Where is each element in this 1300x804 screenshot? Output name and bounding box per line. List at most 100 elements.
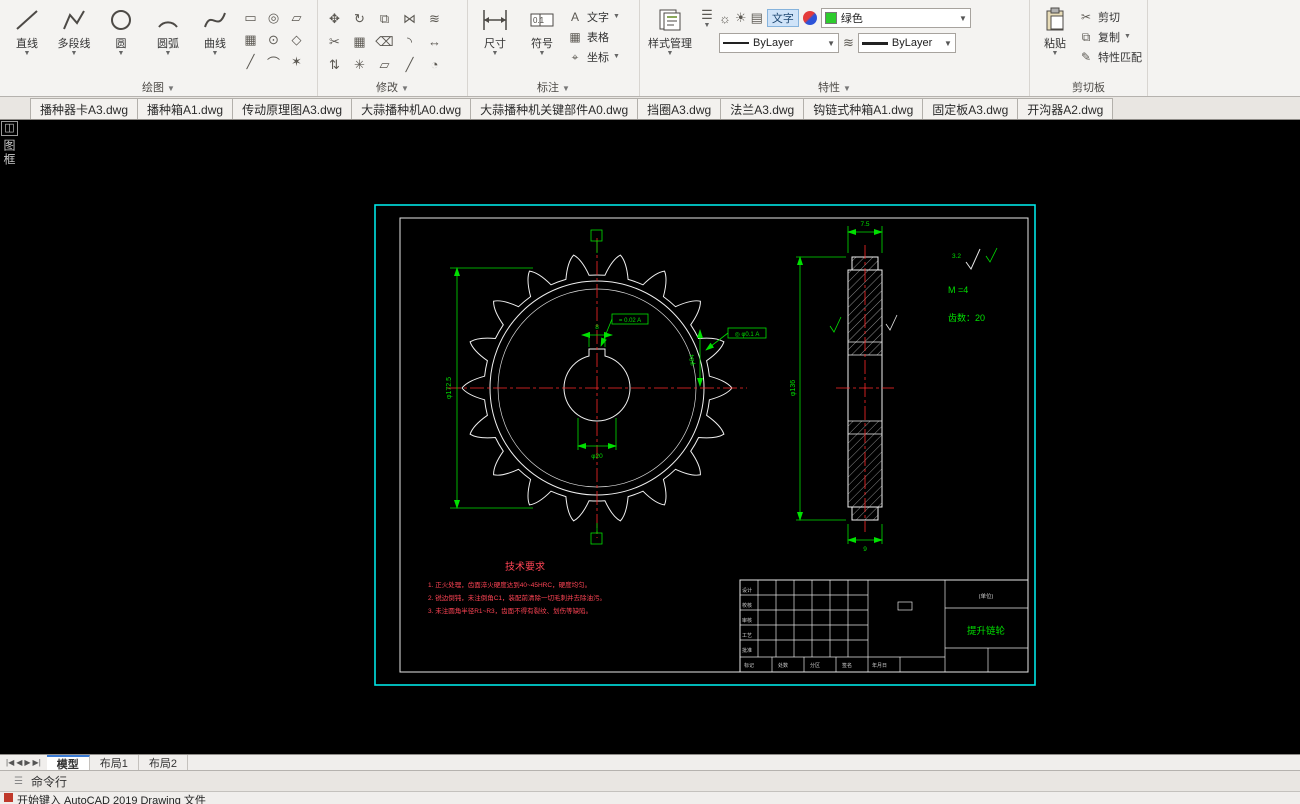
green-swatch-icon bbox=[824, 12, 837, 24]
command-line[interactable]: ☰ 命令行 bbox=[0, 770, 1300, 791]
draw-tool-icon[interactable]: ╱ bbox=[240, 52, 261, 72]
draw-tool-icon[interactable]: ▭ bbox=[240, 8, 261, 28]
printer-icon[interactable]: ▤ bbox=[751, 10, 763, 26]
file-tab[interactable]: 大蒜播种机关键部件A0.dwg bbox=[470, 98, 639, 119]
modify-tool-icon[interactable]: ⋈ bbox=[398, 8, 421, 29]
sun-icon[interactable]: ☀ bbox=[735, 10, 747, 26]
polyline-tool-caret[interactable]: ▼ bbox=[71, 50, 78, 57]
lineweight-icon[interactable]: ≋ bbox=[843, 35, 854, 51]
paste-button[interactable]: 粘贴 ▼ bbox=[1035, 3, 1075, 81]
clipboard-panel-label[interactable]: 剪切板 bbox=[1030, 79, 1147, 95]
modify-tool-icon[interactable]: ◔ bbox=[423, 54, 446, 75]
match-properties-button[interactable]: ✎ 特性匹配 bbox=[1078, 47, 1142, 67]
spline-tool-caret[interactable]: ▼ bbox=[212, 50, 219, 57]
lightbulb-icon[interactable]: ☼ bbox=[719, 11, 731, 26]
copy-button[interactable]: ⧉ 复制 ▼ bbox=[1078, 27, 1142, 47]
next-layout-icon[interactable]: ▶ bbox=[24, 758, 30, 767]
file-tab[interactable]: 播种箱A1.dwg bbox=[137, 98, 234, 119]
modify-tool-icon[interactable]: ▦ bbox=[348, 31, 371, 52]
menu-lines-icon[interactable]: ☰ bbox=[698, 7, 716, 23]
file-tab[interactable]: 大蒜播种机A0.dwg bbox=[351, 98, 472, 119]
line-tool-caret[interactable]: ▼ bbox=[24, 50, 31, 57]
line-tool-button[interactable]: 直线 ▼ bbox=[5, 3, 49, 81]
arc-tool-button[interactable]: 圆弧 ▼ bbox=[146, 3, 190, 81]
file-tab[interactable]: 固定板A3.dwg bbox=[922, 98, 1019, 119]
symbol-caret[interactable]: ▼ bbox=[539, 50, 546, 57]
modify-tool-icon[interactable]: ⧉ bbox=[373, 8, 396, 29]
draw-tool-icon[interactable]: ✶ bbox=[286, 52, 307, 72]
file-tab[interactable]: 开沟器A2.dwg bbox=[1017, 98, 1114, 119]
modify-tool-icon[interactable]: ⇅ bbox=[323, 54, 346, 75]
modify-tool-icon[interactable]: ↻ bbox=[348, 8, 371, 29]
spline-tool-button[interactable]: 曲线 ▼ bbox=[193, 3, 237, 81]
file-tab[interactable]: 钩链式种箱A1.dwg bbox=[803, 98, 924, 119]
modify-panel-label[interactable]: 修改 ▼ bbox=[318, 79, 467, 95]
draw-panel-label[interactable]: 绘图 ▼ bbox=[0, 79, 317, 95]
style-manager-caret[interactable]: ▼ bbox=[667, 50, 674, 57]
text-button[interactable]: A 文字 ▼ bbox=[567, 7, 620, 27]
polyline-tool-button[interactable]: 多段线 ▼ bbox=[52, 3, 96, 81]
layout-tab[interactable]: 布局1 bbox=[90, 755, 139, 770]
modify-tool-icon[interactable]: ≋ bbox=[423, 8, 446, 29]
modify-tool-icon[interactable]: ◝ bbox=[398, 31, 421, 52]
roughness-value: 3.2 bbox=[952, 253, 961, 260]
drawing-canvas[interactable]: ◫ 图框 φ172.5 8 = 0.02 A φ20 φ84 ◎ φ0.1 A … bbox=[0, 120, 1300, 754]
last-layout-icon[interactable]: ▶| bbox=[33, 758, 41, 767]
circle-icon bbox=[106, 6, 136, 34]
modify-tool-icon[interactable]: ╱ bbox=[398, 54, 421, 75]
symbol-button[interactable]: 0.1 符号 ▼ bbox=[520, 3, 564, 81]
panel-annotate: 尺寸 ▼ 0.1 符号 ▼ A 文字 ▼ ▦ 表格 ⌖ 坐标 ▼ 标注 ▼ bbox=[468, 0, 640, 96]
layout-tab[interactable]: 模型 bbox=[46, 755, 90, 771]
paste-caret[interactable]: ▼ bbox=[1052, 50, 1059, 57]
dimension-caret[interactable]: ▼ bbox=[492, 50, 499, 57]
layout-tab[interactable]: 布局2 bbox=[139, 755, 189, 770]
command-grip-icon: ☰ bbox=[14, 775, 23, 787]
cut-button[interactable]: ✂ 剪切 bbox=[1078, 7, 1142, 27]
annotate-panel-label-text: 标注 bbox=[537, 82, 560, 94]
modify-tool-icon[interactable]: ✥ bbox=[323, 8, 346, 29]
layer-dropdown[interactable]: ByLayer ▼ bbox=[719, 33, 839, 53]
menu-lines-caret[interactable]: ▼ bbox=[698, 22, 716, 29]
modify-tool-icon[interactable]: ▱ bbox=[373, 54, 396, 75]
tb-row-label: 分区 bbox=[810, 662, 820, 669]
circle-tool-caret[interactable]: ▼ bbox=[118, 50, 125, 57]
modify-tool-icon[interactable]: ⌫ bbox=[373, 31, 396, 52]
draw-tool-icon[interactable]: ⌒ bbox=[263, 52, 284, 72]
coordinate-button[interactable]: ⌖ 坐标 ▼ bbox=[567, 47, 620, 67]
file-tab[interactable]: 传动原理图A3.dwg bbox=[232, 98, 353, 119]
draw-tool-icon[interactable]: ◇ bbox=[286, 30, 307, 50]
color-dropdown[interactable]: 绿色 ▼ bbox=[820, 8, 971, 28]
style-manager-button[interactable]: 样式管理 ▼ bbox=[645, 3, 695, 81]
draw-tool-icon[interactable]: ⊙ bbox=[263, 30, 284, 50]
dim-outer-dia: φ172.5 bbox=[446, 377, 453, 399]
color-wheel-icon[interactable] bbox=[802, 11, 817, 25]
dim-bore: φ20 bbox=[591, 453, 603, 460]
panel-properties: 样式管理 ▼ ☰ ▼ ☼ ☀ ▤ 文字 绿色 ▼ ByLayer ▼ ≋ ByL… bbox=[640, 0, 1030, 96]
command-label: 命令行 bbox=[30, 774, 67, 789]
table-button[interactable]: ▦ 表格 bbox=[567, 27, 620, 47]
text-style-chip[interactable]: 文字 bbox=[766, 9, 799, 27]
first-layout-icon[interactable]: |◀ bbox=[6, 758, 14, 767]
draw-tool-icon[interactable]: ◎ bbox=[263, 8, 284, 28]
layout-tab-bar: |◀ ◀ ▶ ▶| 模型 布局1 布局2 bbox=[0, 754, 1300, 771]
modify-tool-icon[interactable]: ✂ bbox=[323, 31, 346, 52]
circle-tool-button[interactable]: 圆 ▼ bbox=[99, 3, 143, 81]
annotate-panel-label[interactable]: 标注 ▼ bbox=[468, 79, 639, 95]
dim-hub-width: 9 bbox=[863, 546, 867, 553]
dimension-button[interactable]: 尺寸 ▼ bbox=[473, 3, 517, 81]
prev-layout-icon[interactable]: ◀ bbox=[16, 758, 22, 767]
file-tab[interactable]: 挡圈A3.dwg bbox=[637, 98, 722, 119]
file-tab[interactable]: 法兰A3.dwg bbox=[720, 98, 805, 119]
file-tab[interactable]: 播种器卡A3.dwg bbox=[30, 98, 139, 119]
text-icon: A bbox=[570, 10, 579, 24]
modify-tool-icon[interactable]: ↔ bbox=[423, 31, 446, 52]
draw-tool-icon[interactable]: ▱ bbox=[286, 8, 307, 28]
lineweight-dropdown[interactable]: ByLayer ▼ bbox=[857, 33, 956, 53]
right-annotations: 3.2 M =4 齿数：20 bbox=[948, 247, 998, 323]
modify-tool-icon[interactable]: ✳ bbox=[348, 54, 371, 75]
properties-panel-label[interactable]: 特性 ▼ bbox=[640, 79, 1029, 95]
tb-col-label: 批准 bbox=[742, 647, 752, 654]
file-tab-bar: 播种器卡A3.dwg 播种箱A1.dwg 传动原理图A3.dwg 大蒜播种机A0.dw… bbox=[0, 97, 1300, 120]
draw-tool-icon[interactable]: ▦ bbox=[240, 30, 261, 50]
arc-tool-caret[interactable]: ▼ bbox=[165, 50, 172, 57]
